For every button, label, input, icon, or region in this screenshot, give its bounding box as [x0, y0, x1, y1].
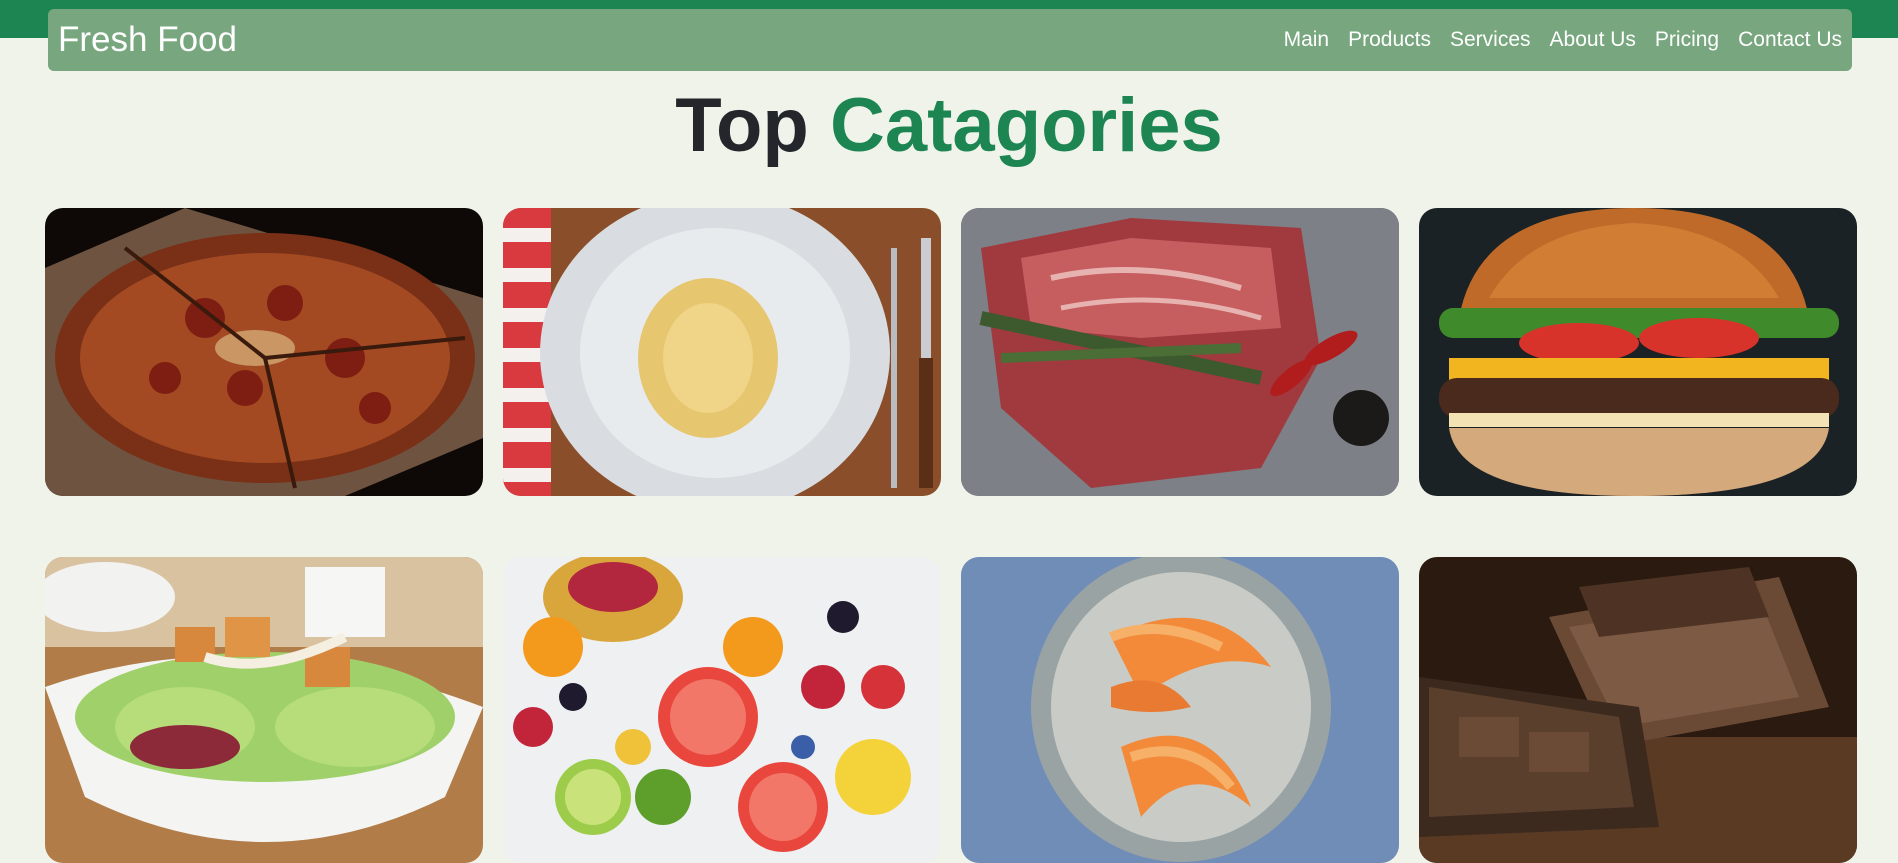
section-title-part2: Catagories: [829, 83, 1223, 168]
category-card-shrimp[interactable]: [961, 557, 1399, 863]
category-card-salad[interactable]: [45, 557, 483, 863]
steak-image: [961, 208, 1399, 496]
category-card-steak[interactable]: [961, 208, 1399, 496]
shrimp-image: [961, 557, 1399, 863]
brand-logo[interactable]: Fresh Food: [58, 20, 237, 60]
main-nav: Main Products Services About Us Pricing …: [1284, 28, 1842, 52]
navbar: Fresh Food Main Products Services About …: [48, 9, 1852, 71]
burger-image: [1419, 208, 1857, 496]
category-card-fruit[interactable]: [503, 557, 941, 863]
chocolate-image: [1419, 557, 1857, 863]
category-card-pasta[interactable]: [503, 208, 941, 496]
nav-link-about-us[interactable]: About Us: [1550, 28, 1636, 52]
category-card-pizza[interactable]: [45, 208, 483, 496]
nav-link-pricing[interactable]: Pricing: [1655, 28, 1719, 52]
section-title: Top Catagories: [0, 82, 1898, 169]
salad-image: [45, 557, 483, 863]
nav-link-products[interactable]: Products: [1348, 28, 1431, 52]
nav-link-services[interactable]: Services: [1450, 28, 1531, 52]
category-card-chocolate[interactable]: [1419, 557, 1857, 863]
nav-link-main[interactable]: Main: [1284, 28, 1330, 52]
category-card-burger[interactable]: [1419, 208, 1857, 496]
pasta-image: [503, 208, 941, 496]
fruit-platter-image: [503, 557, 941, 863]
pizza-image: [45, 208, 483, 496]
section-title-part1: Top: [675, 83, 809, 168]
nav-link-contact-us[interactable]: Contact Us: [1738, 28, 1842, 52]
